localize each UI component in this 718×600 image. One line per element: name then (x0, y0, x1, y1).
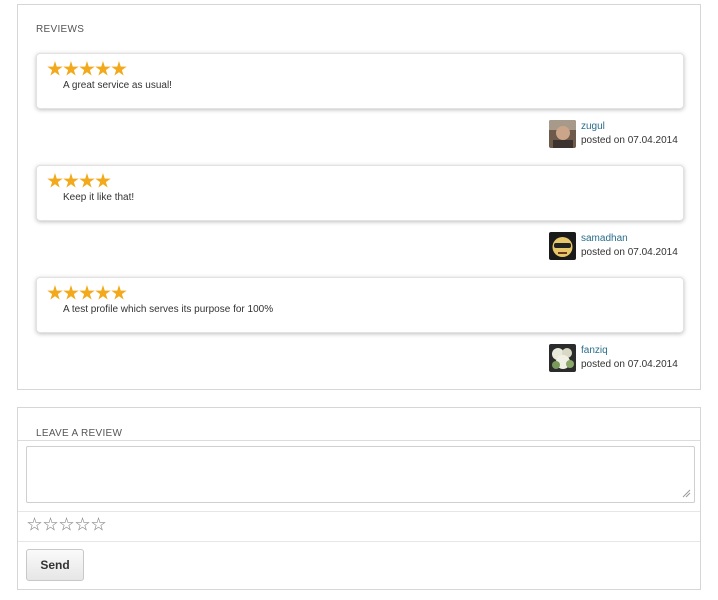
star-filled-icon (79, 285, 95, 300)
star-filled-icon (111, 61, 127, 76)
send-button[interactable]: Send (26, 549, 84, 581)
review-card: A great service as usual! (36, 53, 684, 109)
author-name-link[interactable]: fanziq (581, 345, 608, 356)
divider (18, 511, 700, 512)
reviews-title: REVIEWS (36, 24, 85, 35)
review-author: fanziq posted on 07.04.2014 (544, 344, 684, 374)
review-text: A test profile which serves its purpose … (63, 304, 274, 315)
star-filled-icon (47, 173, 63, 188)
star-empty-icon[interactable] (75, 517, 90, 531)
user-avatar-cartoon-face-icon[interactable] (549, 232, 576, 260)
review-text: A great service as usual! (63, 80, 172, 91)
star-rating (47, 61, 127, 77)
review-card: Keep it like that! (36, 165, 684, 221)
leave-review-panel: LEAVE A REVIEW Send (17, 407, 701, 590)
star-filled-icon (63, 285, 79, 300)
resize-grip-icon[interactable] (681, 488, 691, 498)
star-filled-icon (47, 285, 63, 300)
star-empty-icon[interactable] (59, 517, 74, 531)
review-text: Keep it like that! (63, 192, 135, 203)
star-filled-icon (79, 173, 95, 188)
star-empty-icon[interactable] (27, 517, 42, 531)
review-author: zugul posted on 07.04.2014 (544, 120, 684, 150)
posted-date: posted on 07.04.2014 (581, 359, 678, 370)
rating-input[interactable] (27, 517, 106, 532)
leave-review-title: LEAVE A REVIEW (36, 428, 123, 439)
posted-date: posted on 07.04.2014 (581, 135, 678, 146)
divider (18, 541, 700, 542)
review-card: A test profile which serves its purpose … (36, 277, 684, 333)
author-name-link[interactable]: samadhan (581, 233, 628, 244)
star-filled-icon (111, 285, 127, 300)
star-rating (47, 173, 111, 189)
star-rating (47, 285, 127, 301)
star-empty-icon[interactable] (91, 517, 106, 531)
star-filled-icon (95, 173, 111, 188)
star-empty-icon[interactable] (43, 517, 58, 531)
star-filled-icon (95, 285, 111, 300)
star-filled-icon (63, 173, 79, 188)
user-avatar-flowers-icon[interactable] (549, 344, 576, 372)
review-textarea[interactable] (26, 446, 695, 503)
posted-date: posted on 07.04.2014 (581, 247, 678, 258)
reviews-panel: REVIEWS A great service as usual! zugul … (17, 4, 701, 390)
user-avatar-photo-icon[interactable] (549, 120, 576, 148)
author-name-link[interactable]: zugul (581, 121, 605, 132)
review-author: samadhan posted on 07.04.2014 (544, 232, 684, 262)
star-filled-icon (63, 61, 79, 76)
star-filled-icon (95, 61, 111, 76)
divider (18, 440, 700, 441)
star-filled-icon (47, 61, 63, 76)
star-filled-icon (79, 61, 95, 76)
